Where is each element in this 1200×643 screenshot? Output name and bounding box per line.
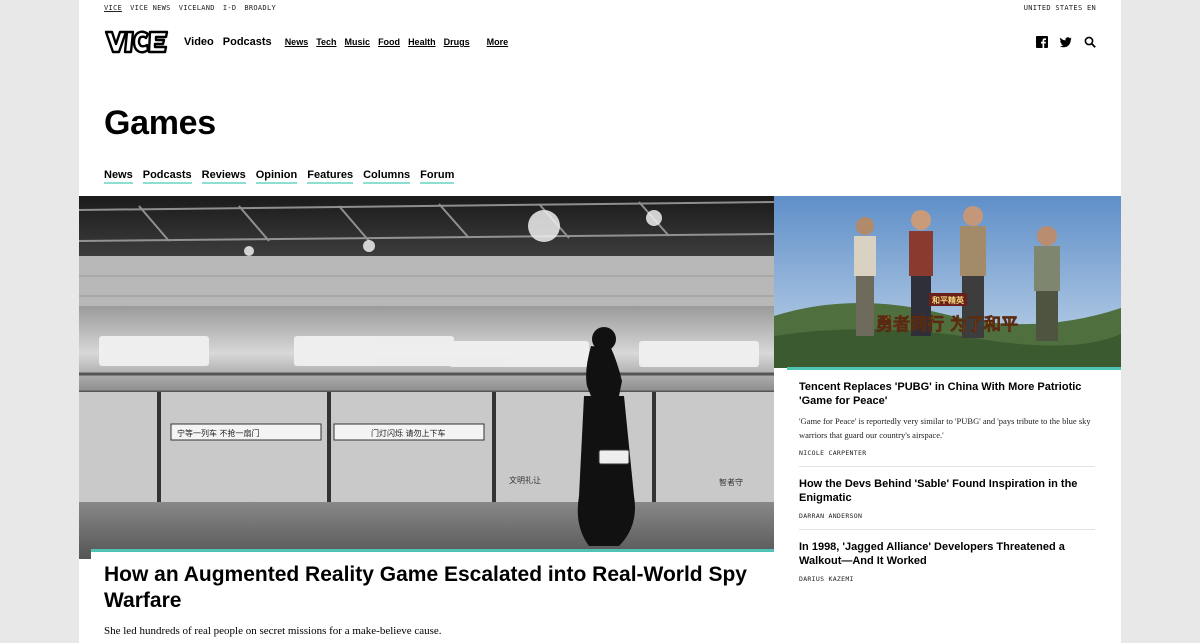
- tab-news[interactable]: News: [104, 169, 133, 184]
- hero-sign-1: 宁等一列车 不抢一扇门: [177, 428, 260, 438]
- network-link-viceland[interactable]: VICELAND: [179, 4, 215, 14]
- story-item[interactable]: How the Devs Behind 'Sable' Found Inspir…: [799, 477, 1095, 530]
- network-link-vice-news[interactable]: VICE NEWS: [130, 4, 171, 14]
- network-link-i-d[interactable]: I-D: [223, 4, 237, 14]
- nav-podcasts[interactable]: Podcasts: [223, 36, 272, 48]
- network-link-vice[interactable]: VICE: [104, 4, 122, 14]
- site-header: Video Podcasts News Tech Music Food Heal…: [104, 28, 1096, 56]
- side-image-banner: 勇者同行 为了和平: [876, 314, 1018, 335]
- story-byline[interactable]: DARIUS KAZEMI: [799, 575, 1095, 583]
- hero-headline[interactable]: How an Augmented Reality Game Escalated …: [104, 562, 764, 614]
- hero-sign-3: 文明礼让: [509, 475, 541, 485]
- twitter-icon[interactable]: [1060, 36, 1072, 48]
- story-dek: 'Game for Peace' is reportedly very simi…: [799, 416, 1091, 440]
- search-icon[interactable]: [1084, 36, 1096, 48]
- tab-reviews[interactable]: Reviews: [201, 169, 246, 184]
- network-bar: VICE VICE NEWS VICELAND I-D BROADLY UNIT…: [104, 4, 1096, 14]
- nav-music[interactable]: Music: [345, 37, 371, 47]
- hero-image[interactable]: 宁等一列车 不抢一扇门 门灯闪烁 请勿上下车 文明礼让 智者守: [79, 196, 774, 559]
- story-byline[interactable]: NICOLE CARPENTER: [799, 449, 1095, 457]
- tab-forum[interactable]: Forum: [420, 169, 455, 184]
- nav-tech[interactable]: Tech: [316, 37, 336, 47]
- hero-dek: She led hundreds of real people on secre…: [104, 625, 442, 637]
- page-title: Games: [104, 104, 216, 142]
- story-title[interactable]: How the Devs Behind 'Sable' Found Inspir…: [799, 477, 1095, 505]
- story-byline[interactable]: DARRAN ANDERSON: [799, 512, 1095, 520]
- page: VICE VICE NEWS VICELAND I-D BROADLY UNIT…: [79, 0, 1121, 643]
- nav-health[interactable]: Health: [408, 37, 436, 47]
- tab-podcasts[interactable]: Podcasts: [142, 169, 192, 184]
- nav-news[interactable]: News: [285, 37, 309, 47]
- story-title[interactable]: Tencent Replaces 'PUBG' in China With Mo…: [799, 380, 1095, 408]
- network-link-broadly[interactable]: BROADLY: [244, 4, 276, 14]
- nav-more[interactable]: More: [487, 37, 509, 47]
- tab-features[interactable]: Features: [307, 169, 354, 184]
- region-selector[interactable]: UNITED STATES EN: [1024, 4, 1096, 14]
- story-item[interactable]: Tencent Replaces 'PUBG' in China With Mo…: [799, 380, 1095, 467]
- vice-logo[interactable]: [104, 29, 170, 55]
- story-title[interactable]: In 1998, 'Jagged Alliance' Developers Th…: [799, 540, 1095, 568]
- hero-sign-4: 智者守: [719, 477, 743, 487]
- side-story-image[interactable]: 和平精英 勇者同行 为了和平: [774, 196, 1121, 368]
- side-story-list: Tencent Replaces 'PUBG' in China With Mo…: [799, 380, 1095, 602]
- side-accent-bar: [787, 367, 1121, 370]
- facebook-icon[interactable]: [1036, 36, 1048, 48]
- story-item[interactable]: In 1998, 'Jagged Alliance' Developers Th…: [799, 540, 1095, 592]
- section-tabs: News Podcasts Reviews Opinion Features C…: [104, 169, 455, 184]
- nav-video[interactable]: Video: [184, 36, 214, 48]
- nav-drugs[interactable]: Drugs: [444, 37, 470, 47]
- tab-opinion[interactable]: Opinion: [255, 169, 298, 184]
- side-image-logo: 和平精英: [932, 295, 965, 305]
- nav-food[interactable]: Food: [378, 37, 400, 47]
- hero-sign-2: 门灯闪烁 请勿上下车: [371, 428, 446, 438]
- tab-columns[interactable]: Columns: [363, 169, 411, 184]
